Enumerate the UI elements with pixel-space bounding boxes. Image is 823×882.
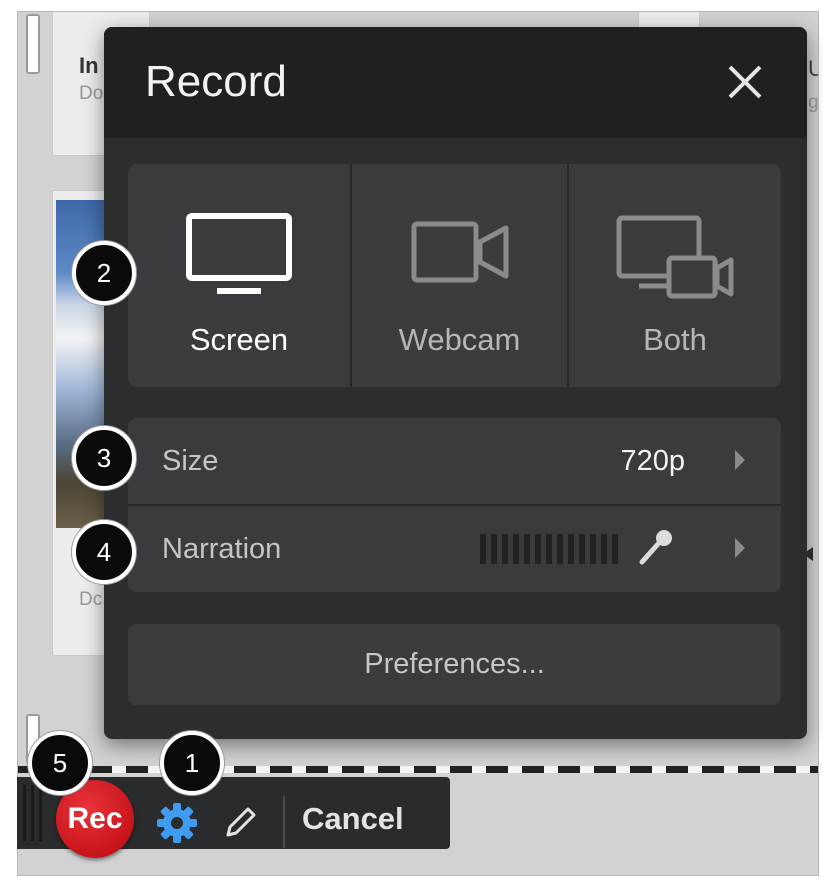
preferences-button[interactable]: Preferences... — [128, 624, 781, 705]
record-dialog: Record Screen Webcam Both Size 720p Narr… — [104, 27, 807, 739]
camera-icon — [411, 221, 508, 283]
mode-screen-label: Screen — [189, 322, 289, 357]
size-row[interactable]: Size 720p — [128, 418, 781, 504]
level-bar — [480, 534, 486, 564]
pencil-icon[interactable] — [220, 803, 260, 843]
chevron-right-icon — [735, 450, 745, 470]
mode-both-label: Both — [643, 322, 707, 357]
edge-letter: U — [808, 56, 818, 82]
level-bar — [579, 534, 585, 564]
region-handle-top[interactable] — [26, 14, 40, 74]
mode-webcam-button[interactable]: Webcam — [352, 164, 567, 387]
drag-handle-line — [31, 785, 34, 841]
microphone-icon[interactable] — [636, 528, 676, 568]
close-icon — [728, 65, 762, 99]
drag-handle[interactable] — [23, 785, 26, 841]
cancel-button[interactable]: Cancel — [302, 801, 404, 837]
drag-handle-line — [39, 785, 42, 841]
mode-both-button[interactable]: Both — [569, 164, 781, 387]
recording-region-border[interactable] — [18, 766, 818, 773]
monitor-icon — [186, 213, 292, 294]
size-value: 720p — [620, 445, 685, 477]
capture-mode-selector: Screen Webcam Both — [128, 164, 781, 387]
callout-badge-5: 5 — [28, 731, 92, 795]
level-bar — [557, 534, 563, 564]
level-bar — [568, 534, 574, 564]
dialog-header: Record — [104, 27, 807, 138]
chevron-right-icon — [735, 538, 745, 558]
narration-row[interactable]: Narration — [128, 506, 781, 592]
callout-badge-2: 2 — [72, 241, 136, 305]
narration-label: Narration — [162, 533, 282, 565]
level-bar — [502, 534, 508, 564]
settings-gear-icon[interactable] — [155, 801, 199, 845]
edge-letter: g — [808, 92, 819, 113]
toolbar-divider — [283, 796, 285, 848]
card-title: In — [79, 53, 99, 78]
level-bar — [612, 534, 618, 564]
level-bar — [590, 534, 596, 564]
callout-badge-1: 1 — [160, 731, 224, 795]
level-bar — [601, 534, 607, 564]
audio-level-meter — [480, 534, 618, 564]
callout-badge-3: 3 — [72, 426, 136, 490]
level-bar — [535, 534, 541, 564]
card-subtitle: Dc — [79, 589, 103, 610]
size-label: Size — [162, 445, 219, 477]
level-bar — [546, 534, 552, 564]
level-bar — [524, 534, 530, 564]
dialog-title: Record — [145, 57, 287, 106]
mode-screen-button[interactable]: Screen — [128, 164, 350, 387]
callout-badge-4: 4 — [72, 520, 136, 584]
card-subtitle: Do — [79, 83, 104, 104]
mode-webcam-label: Webcam — [398, 322, 521, 357]
close-button[interactable] — [724, 61, 766, 103]
level-bar — [513, 534, 519, 564]
screen-and-camera-icon — [616, 215, 734, 299]
level-bar — [491, 534, 497, 564]
